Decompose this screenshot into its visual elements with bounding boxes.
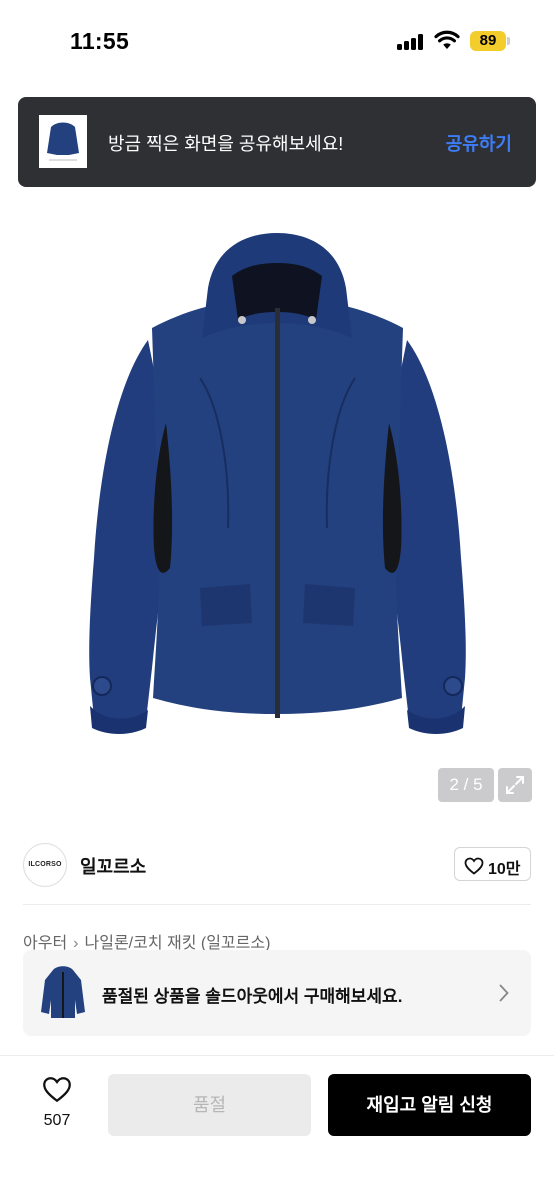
soldout-product-thumbnail [41,966,85,1018]
battery-tip [507,37,510,45]
image-counter: 2 / 5 [438,768,494,802]
battery-icon: 89 [470,31,506,51]
restock-alert-button[interactable]: 재입고 알림 신청 [328,1074,531,1136]
expand-button[interactable] [498,768,532,802]
heart-icon [464,857,484,875]
status-bar: 11:55 89 [0,0,554,84]
status-time: 11:55 [70,28,130,54]
brand-like-button[interactable]: 10만 [454,847,531,881]
screenshot-thumbnail[interactable] [39,115,87,168]
share-button[interactable]: 공유하기 [446,130,512,156]
share-message: 방금 찍은 화면을 공유해보세요! [108,134,344,154]
product-jacket-image[interactable] [80,228,475,736]
heart-icon [43,1077,71,1103]
soldout-banner[interactable]: 품절된 상품을 솔드아웃에서 구매해보세요. [23,950,531,1036]
brand-like-count: 10만 [488,861,521,878]
wifi-icon [434,30,460,49]
soldout-banner-text: 품절된 상품을 솔드아웃에서 구매해보세요. [102,987,403,1006]
bottom-action-bar: 507 품절 재입고 알림 신청 [0,1055,554,1200]
wishlist-button[interactable]: 507 [36,1076,78,1136]
chevron-right-icon [499,984,509,1002]
signal-icon [397,34,425,50]
share-toast: 방금 찍은 화면을 공유해보세요! 공유하기 [18,97,536,187]
brand-logo[interactable]: ILCORSO [23,843,67,887]
expand-icon [506,776,524,794]
wishlist-count: 507 [43,1112,71,1129]
brand-name[interactable]: 일꼬르소 [80,853,146,879]
divider [23,904,531,905]
brand-row[interactable]: ILCORSO 일꼬르소 10만 [0,826,554,904]
soldout-button[interactable]: 품절 [108,1074,311,1136]
